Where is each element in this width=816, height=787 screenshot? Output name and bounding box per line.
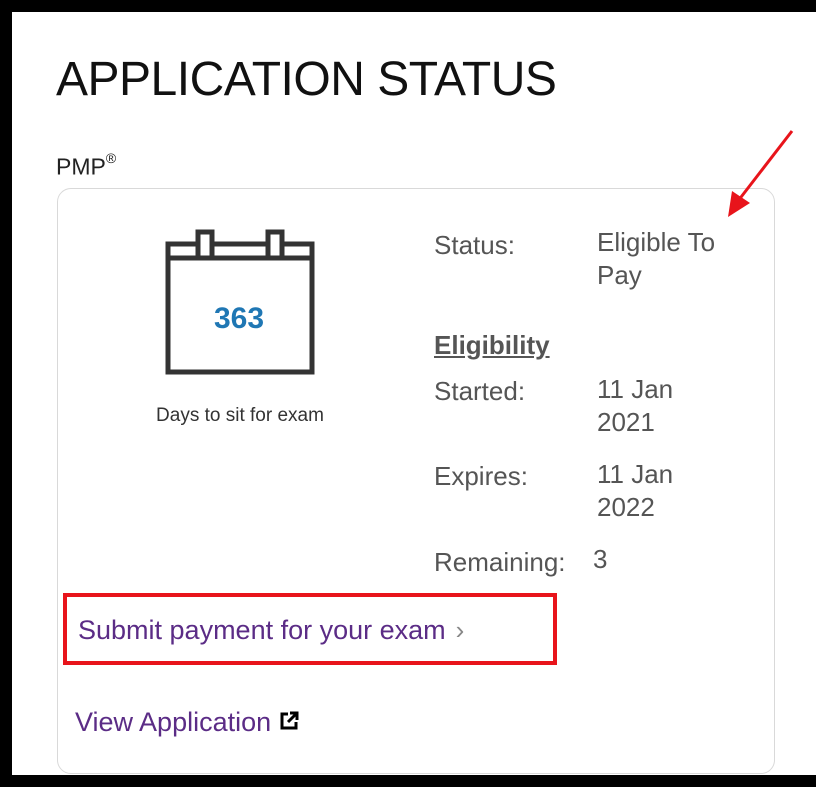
expires-value-line2: 2022 [597, 492, 655, 522]
started-value-line1: 11 Jan [597, 374, 674, 404]
days-caption: Days to sit for exam [156, 405, 324, 426]
eligibility-heading: Eligibility [434, 330, 550, 360]
expires-value: 11 Jan 2022 [597, 458, 673, 524]
status-value: Eligible To Pay [597, 226, 715, 292]
page-title: APPLICATION STATUS [56, 53, 557, 106]
started-value: 11 Jan 2021 [597, 373, 673, 439]
started-value-line2: 2021 [597, 407, 655, 437]
expires-label: Expires: [434, 461, 528, 491]
status-value-line2: Pay [597, 260, 642, 290]
remaining-label: Remaining: [434, 547, 566, 577]
submit-payment-label: Submit payment for your exam [78, 615, 446, 645]
status-value-line1: Eligible To [597, 227, 716, 257]
status-label: Status: [434, 230, 515, 260]
started-label: Started: [434, 376, 526, 406]
product-name: PMP® [56, 150, 117, 181]
registered-mark: ® [105, 150, 117, 166]
submit-payment-link[interactable]: Submit payment for your exam › [78, 615, 464, 646]
days-remaining-count: 363 [213, 302, 265, 335]
red-arrow-annotation [728, 130, 794, 217]
view-application-label: View Application [75, 707, 272, 737]
external-link-icon [280, 711, 299, 730]
chevron-right-icon: › [455, 615, 465, 645]
remaining-value: 3 [593, 544, 608, 574]
view-application-link[interactable]: View Application [75, 707, 299, 738]
product-label: PMP [56, 153, 106, 180]
expires-value-line1: 11 Jan [597, 459, 674, 489]
